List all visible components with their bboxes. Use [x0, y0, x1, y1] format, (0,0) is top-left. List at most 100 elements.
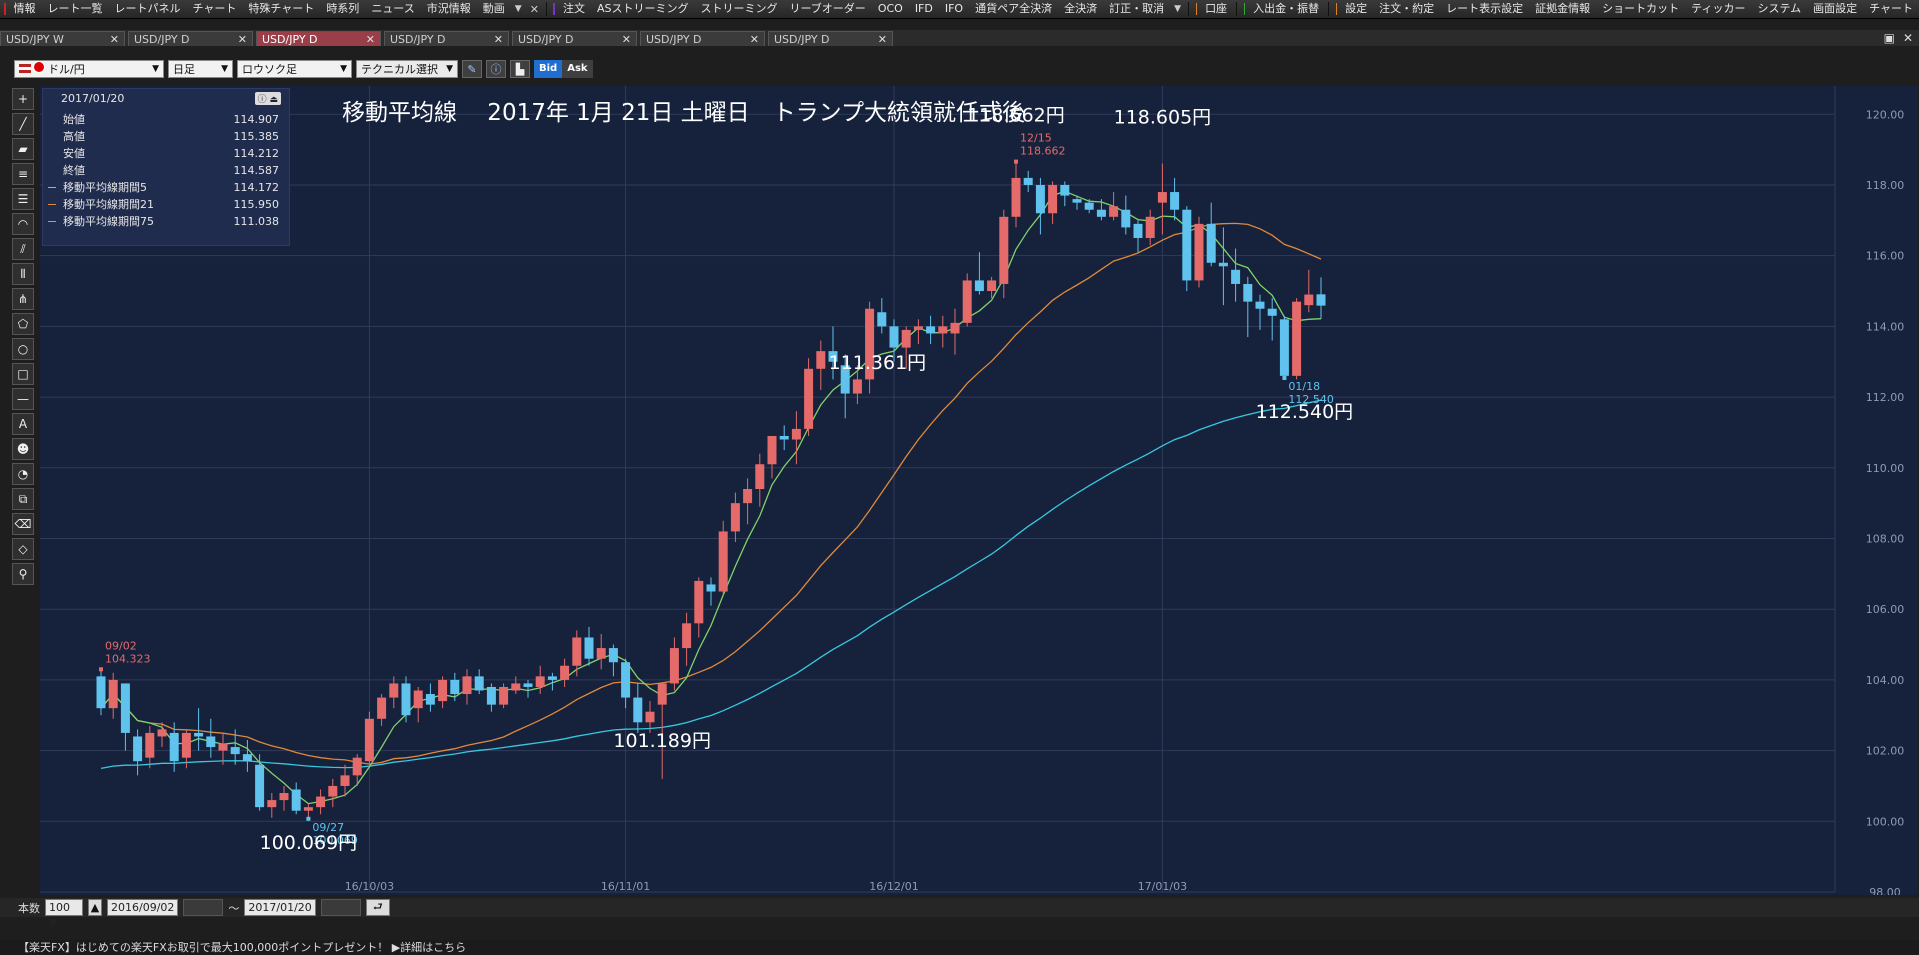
increment-icon[interactable]: ▲ [88, 899, 102, 916]
y-tick-label: 112.00 [1866, 391, 1905, 404]
menu-item[interactable]: 市況情報 [421, 0, 477, 18]
menu-item[interactable]: 全決済 [1058, 0, 1103, 18]
chart-tab[interactable]: USD/JPY D ✕ [256, 31, 381, 46]
crosshair-icon[interactable]: + [12, 88, 34, 110]
chart-style-icon[interactable]: ▙ [510, 60, 530, 78]
settings-shape-icon[interactable]: ◔ [12, 463, 34, 485]
menu-item[interactable]: システム [1752, 0, 1808, 18]
menu-item[interactable]: 設定 [1339, 0, 1373, 18]
horizontal-lines-icon[interactable]: ≡ [12, 163, 34, 185]
chart-type-select[interactable]: ロウソク足 ▼ [237, 60, 352, 78]
copy-icon[interactable]: ⧉ [12, 488, 34, 510]
candle-body [1109, 206, 1119, 217]
tab-close-icon[interactable]: ✕ [366, 33, 375, 46]
candle-body [1292, 301, 1302, 376]
menu-item[interactable]: 口座 [1199, 0, 1233, 18]
menu-item[interactable]: ストリーミング [694, 0, 783, 18]
menu-item[interactable]: レート一覧 [42, 0, 109, 18]
pitchfork-icon[interactable]: ⋔ [12, 288, 34, 310]
menu-item[interactable]: IFO [939, 0, 969, 18]
menu-item[interactable]: ショートカット [1596, 0, 1685, 18]
menu-item[interactable]: 通貨ペア全決済 [969, 0, 1058, 18]
menu-item[interactable]: チャート [187, 0, 243, 18]
rectangle-icon[interactable]: □ [12, 363, 34, 385]
menu-item[interactable]: 画面設定 [1807, 0, 1863, 18]
menu-item[interactable]: 入出金・振替 [1247, 0, 1325, 18]
candle-body [621, 662, 631, 698]
magnet-icon[interactable]: ⚲ [12, 563, 34, 585]
menu-item[interactable]: 時系列 [320, 0, 365, 18]
chart-tab[interactable]: USD/JPY D ✕ [512, 31, 637, 46]
text-icon[interactable]: A [12, 413, 34, 435]
circle-icon[interactable]: ○ [12, 338, 34, 360]
chart-tab[interactable]: USD/JPY D ✕ [128, 31, 253, 46]
to-time-field[interactable] [320, 899, 361, 916]
data-box-label: 高値 [63, 130, 85, 143]
fibonacci-icon[interactable]: ☰ [12, 188, 34, 210]
eraser-icon[interactable]: ◇ [12, 538, 34, 560]
to-date-field[interactable]: 2017/01/20 [244, 899, 316, 916]
menu-item[interactable]: レート表示設定 [1440, 0, 1529, 18]
price-annotation: 118.605円 [1114, 107, 1212, 129]
currency-pair-select[interactable]: ドル/円 ▼ [14, 60, 164, 78]
chart-tab[interactable]: USD/JPY D ✕ [640, 31, 765, 46]
ad-banner[interactable]: 【楽天FX】はじめての楽天FXお取引で最大100,000ポイントプレゼント！ ▶… [0, 940, 1919, 955]
menu-item[interactable]: 注文・約定 [1373, 0, 1440, 18]
menu-item[interactable]: IFD [909, 0, 939, 18]
from-date-field[interactable]: 2016/09/02 [107, 899, 179, 916]
menu-item[interactable]: 証拠金情報 [1529, 0, 1596, 18]
menu-item[interactable]: ティッカー [1685, 0, 1751, 18]
delete-icon[interactable]: ⌫ [12, 513, 34, 535]
arc-icon[interactable]: ◠ [12, 213, 34, 235]
restore-window-icon[interactable]: ▣ [1884, 31, 1895, 45]
candle-body [499, 686, 509, 705]
pentagon-icon[interactable]: ⬠ [12, 313, 34, 335]
tab-close-icon[interactable]: ✕ [110, 33, 119, 46]
candle-body [1023, 177, 1033, 185]
menu-item[interactable]: 訂正・取消 [1103, 0, 1170, 18]
menu-item[interactable]: OCO [872, 0, 909, 18]
menu-item[interactable]: 情報 [8, 0, 42, 18]
menu-close-icon[interactable]: ✕ [526, 3, 543, 16]
tab-close-icon[interactable]: ✕ [750, 33, 759, 46]
candle-body [377, 697, 387, 719]
ruler-icon[interactable]: ▰ [12, 138, 34, 160]
menu-item[interactable]: リーブオーダー [783, 0, 871, 18]
tab-close-icon[interactable]: ✕ [494, 33, 503, 46]
price-chart[interactable]: 98.00 100.00 102.00 104.00 106.00 108.00 110.0… [40, 86, 1918, 895]
data-box-date: 2017/01/20 [61, 92, 125, 105]
menu-item[interactable]: ASストリーミング [591, 0, 695, 18]
emoji-icon[interactable]: ☻ [12, 438, 34, 460]
timeframe-select[interactable]: 日足 ▼ [168, 60, 233, 78]
tab-close-icon[interactable]: ✕ [622, 33, 631, 46]
horizontal-line-icon[interactable]: — [12, 388, 34, 410]
channel-icon[interactable]: ⫽ [12, 238, 34, 260]
vertical-lines-icon[interactable]: ⦀ [12, 263, 34, 285]
info-collapse-icon[interactable]: ⓘ ⏏ [254, 92, 281, 105]
chart-tab[interactable]: USD/JPY D ✕ [768, 31, 893, 46]
menu-item[interactable]: レートパネル [109, 0, 187, 18]
menu-item[interactable]: チャート [1863, 0, 1919, 18]
menu-item[interactable]: 動画 [477, 0, 511, 18]
menu-item[interactable]: 注文 [557, 0, 591, 18]
menu-more-icon[interactable]: ▼ [511, 4, 526, 14]
chart-tab[interactable]: USD/JPY W ✕ [0, 31, 125, 46]
tab-close-icon[interactable]: ✕ [878, 33, 887, 46]
chart-tab[interactable]: USD/JPY D ✕ [384, 31, 509, 46]
bid-button[interactable]: Bid [534, 60, 563, 78]
menu-item[interactable]: ニュース [365, 0, 420, 18]
menu-item[interactable]: 特殊チャート [242, 0, 320, 18]
close-window-icon[interactable]: ✕ [1903, 31, 1913, 45]
candle-body [779, 435, 789, 440]
from-time-field[interactable] [183, 899, 224, 916]
pencil-icon[interactable]: ✎ [462, 60, 482, 78]
bar-count-select[interactable]: 100 ▼ [45, 899, 83, 929]
tab-close-icon[interactable]: ✕ [238, 33, 247, 46]
candle-body [1060, 184, 1070, 196]
technical-select-button[interactable]: テクニカル選択 ▼ [356, 60, 458, 78]
trend-line-icon[interactable]: ╱ [12, 113, 34, 135]
menu-more-icon[interactable]: ▼ [1170, 4, 1185, 14]
ask-button[interactable]: Ask [562, 60, 593, 78]
apply-range-icon[interactable]: ⮐ [365, 899, 390, 916]
info-icon[interactable]: ⓘ [486, 60, 506, 78]
